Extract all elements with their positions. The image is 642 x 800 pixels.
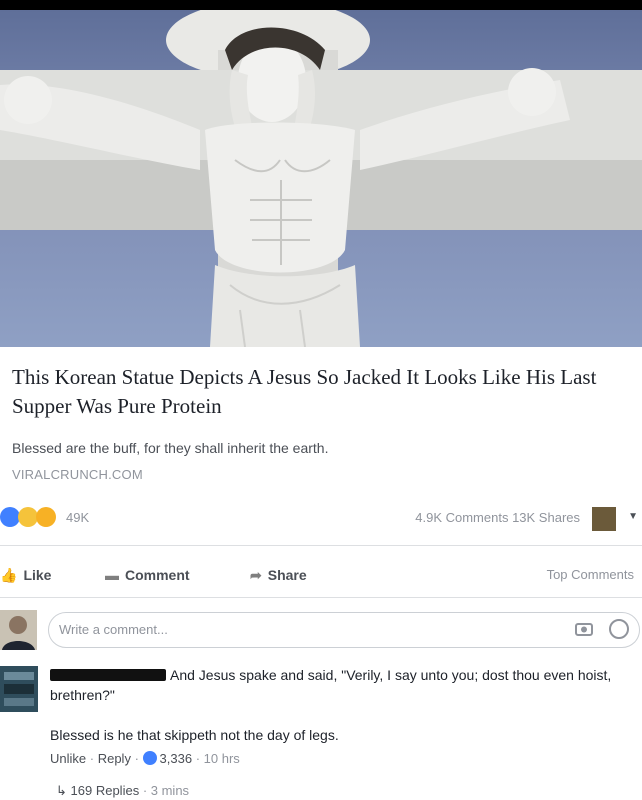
reply-arrow-icon: ↳ [56, 783, 67, 798]
replies-count[interactable]: 169 Replies [71, 783, 140, 798]
wow-reaction-icon [36, 507, 56, 527]
reply-preview-text: Blessed is he that skippeth not the day … [50, 727, 339, 743]
article-image[interactable] [0, 10, 642, 347]
unlike-link[interactable]: Unlike [50, 751, 86, 766]
comments-shares-count[interactable]: 4.9K Comments 13K Shares [415, 510, 580, 525]
commenter-avatar[interactable] [0, 666, 38, 712]
reply-link[interactable]: Reply [98, 751, 131, 766]
facebook-post: This Korean Statue Depicts A Jesus So Ja… [0, 10, 642, 800]
haha-reaction-icon [18, 507, 38, 527]
comment-input[interactable]: Write a comment... [48, 612, 640, 648]
like-action[interactable]: 👍 Like [0, 567, 51, 584]
comment-text-block: And Jesus spake and said, "Verily, I say… [50, 665, 625, 705]
article-source[interactable]: VIRALCRUNCH.COM [12, 467, 143, 482]
replies-time: 3 mins [150, 783, 190, 798]
share-arrow-icon: ➦ [250, 567, 262, 583]
comment-action[interactable]: ▬ Comment [105, 567, 190, 583]
article-headline[interactable]: This Korean Statue Depicts A Jesus So Ja… [12, 363, 627, 421]
thumbs-up-icon: 👍 [0, 567, 18, 583]
camera-icon[interactable] [575, 622, 593, 636]
share-label: Share [267, 567, 307, 583]
user-photo [0, 610, 37, 650]
dropdown-caret-icon[interactable]: ▼ [628, 511, 638, 522]
comment-time[interactable]: 10 hrs [204, 751, 240, 766]
like-count[interactable]: 3,336 [160, 751, 193, 766]
post-actions: 👍 Like ▬ Comment ➦ Share Top Comments [0, 565, 642, 589]
sharer-avatar[interactable] [592, 507, 616, 531]
like-reaction-icon [0, 507, 20, 527]
commenter-photo [0, 666, 38, 712]
redacted-commenter-name[interactable] [50, 669, 166, 681]
comment-placeholder: Write a comment... [59, 622, 168, 637]
view-replies[interactable]: ↳ 169 Replies · 3 mins [56, 783, 189, 799]
like-count-icon [142, 751, 157, 765]
emoji-icon[interactable] [609, 619, 629, 639]
reactions-bar: 49K 4.9K Comments 13K Shares ▼ [0, 507, 642, 533]
statue-image [0, 10, 642, 347]
like-label: Like [23, 567, 52, 583]
divider [0, 545, 642, 546]
current-user-avatar[interactable] [0, 610, 37, 650]
comment-label: Comment [125, 567, 190, 583]
article-description: Blessed are the buff, for they shall inh… [12, 440, 329, 456]
top-comments-sort[interactable]: Top Comments [547, 567, 634, 582]
comment-meta: Unlike · Reply · 3,336 · 10 hrs [50, 751, 240, 766]
reaction-count[interactable]: 49K [66, 510, 89, 525]
divider [0, 597, 642, 598]
comment-icon: ▬ [105, 567, 119, 583]
share-action[interactable]: ➦ Share [250, 567, 307, 584]
